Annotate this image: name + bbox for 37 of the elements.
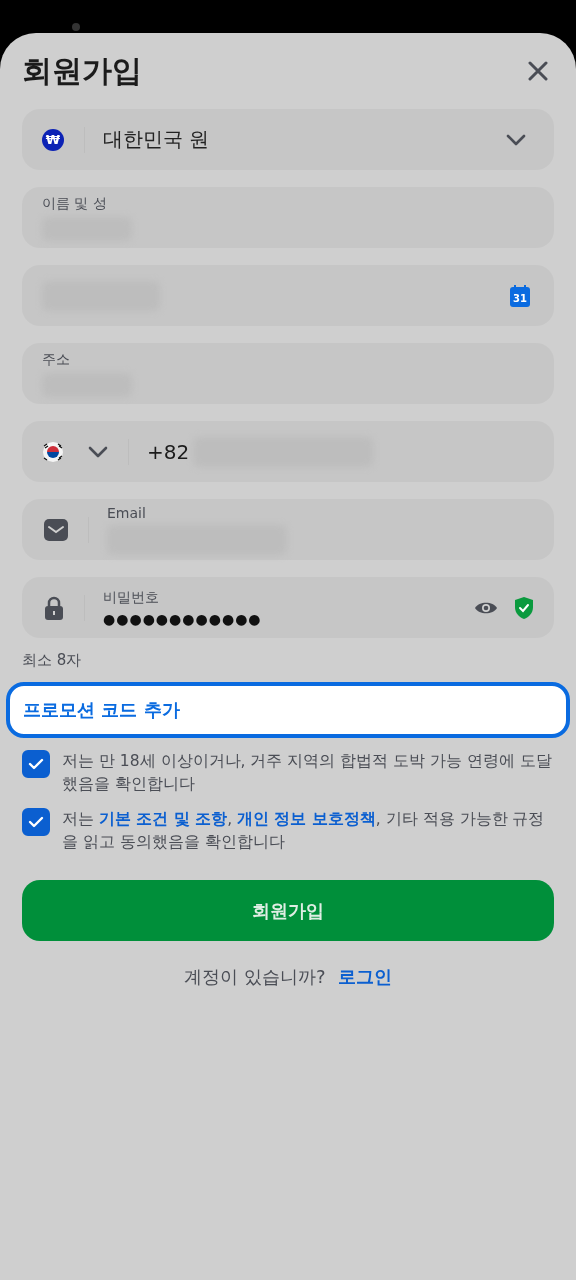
password-value: ●●●●●●●●●●●● <box>103 610 263 627</box>
password-hint: 최소 8자 <box>22 651 83 670</box>
field-label: Email <box>107 504 147 521</box>
login-prompt: 계정이 있습니까? <box>184 965 326 989</box>
checkbox[interactable] <box>22 808 50 836</box>
phone-field[interactable]: +82 <box>22 421 554 482</box>
close-icon[interactable] <box>528 61 548 81</box>
text-field[interactable]: 이름 및 성 <box>22 187 554 248</box>
date-field[interactable]: 31 <box>22 265 554 326</box>
field-label: 비밀번호 <box>103 588 160 607</box>
flag-icon <box>42 440 64 463</box>
login-link[interactable]: 로그인 <box>337 965 392 989</box>
mail-icon <box>44 518 68 541</box>
chevron-icon <box>506 133 526 146</box>
agreement-link[interactable]: 기본 조건 및 조항 <box>98 810 228 828</box>
email-field[interactable]: Email <box>22 499 554 560</box>
sheet-title: 회원가입 <box>22 51 142 90</box>
chevron-icon[interactable] <box>88 445 108 458</box>
lock-icon <box>44 595 64 620</box>
password-field[interactable]: 비밀번호 ●●●●●●●●●●●● <box>22 577 554 638</box>
phone-prefix: +82 <box>147 439 190 464</box>
calendar-icon[interactable]: 31 <box>510 284 530 307</box>
promo-code-button[interactable]: 프로모션 코드 추가 <box>6 682 570 738</box>
checkbox[interactable] <box>22 750 50 778</box>
agreement-text: 저는 기본 조건 및 조항, 개인 정보 보호정책, 기타 적용 가능한 규정을 읽고 동의했음을 확인합니다 <box>62 809 546 853</box>
field-label: 이름 및 성 <box>42 194 108 213</box>
agreement-link[interactable]: 개인 정보 보호정책 <box>237 810 376 828</box>
checkmark-icon <box>28 758 44 770</box>
checkmark-icon <box>28 816 44 828</box>
field-label: 주소 <box>42 350 71 369</box>
text-field[interactable]: 주소 <box>22 343 554 404</box>
signup-button[interactable]: 회원가입 <box>22 880 554 941</box>
won-icon: ₩ <box>42 128 64 151</box>
agreement-text: 저는 만 18세 이상이거나, 거주 지역의 합법적 도박 가능 연령에 도달했음을 확인합니다 <box>62 751 553 795</box>
currency-value: 대한민국 원 <box>103 126 211 153</box>
currency-select[interactable]: ₩ 대한민국 원 <box>22 109 554 170</box>
camera-dot <box>72 23 80 31</box>
